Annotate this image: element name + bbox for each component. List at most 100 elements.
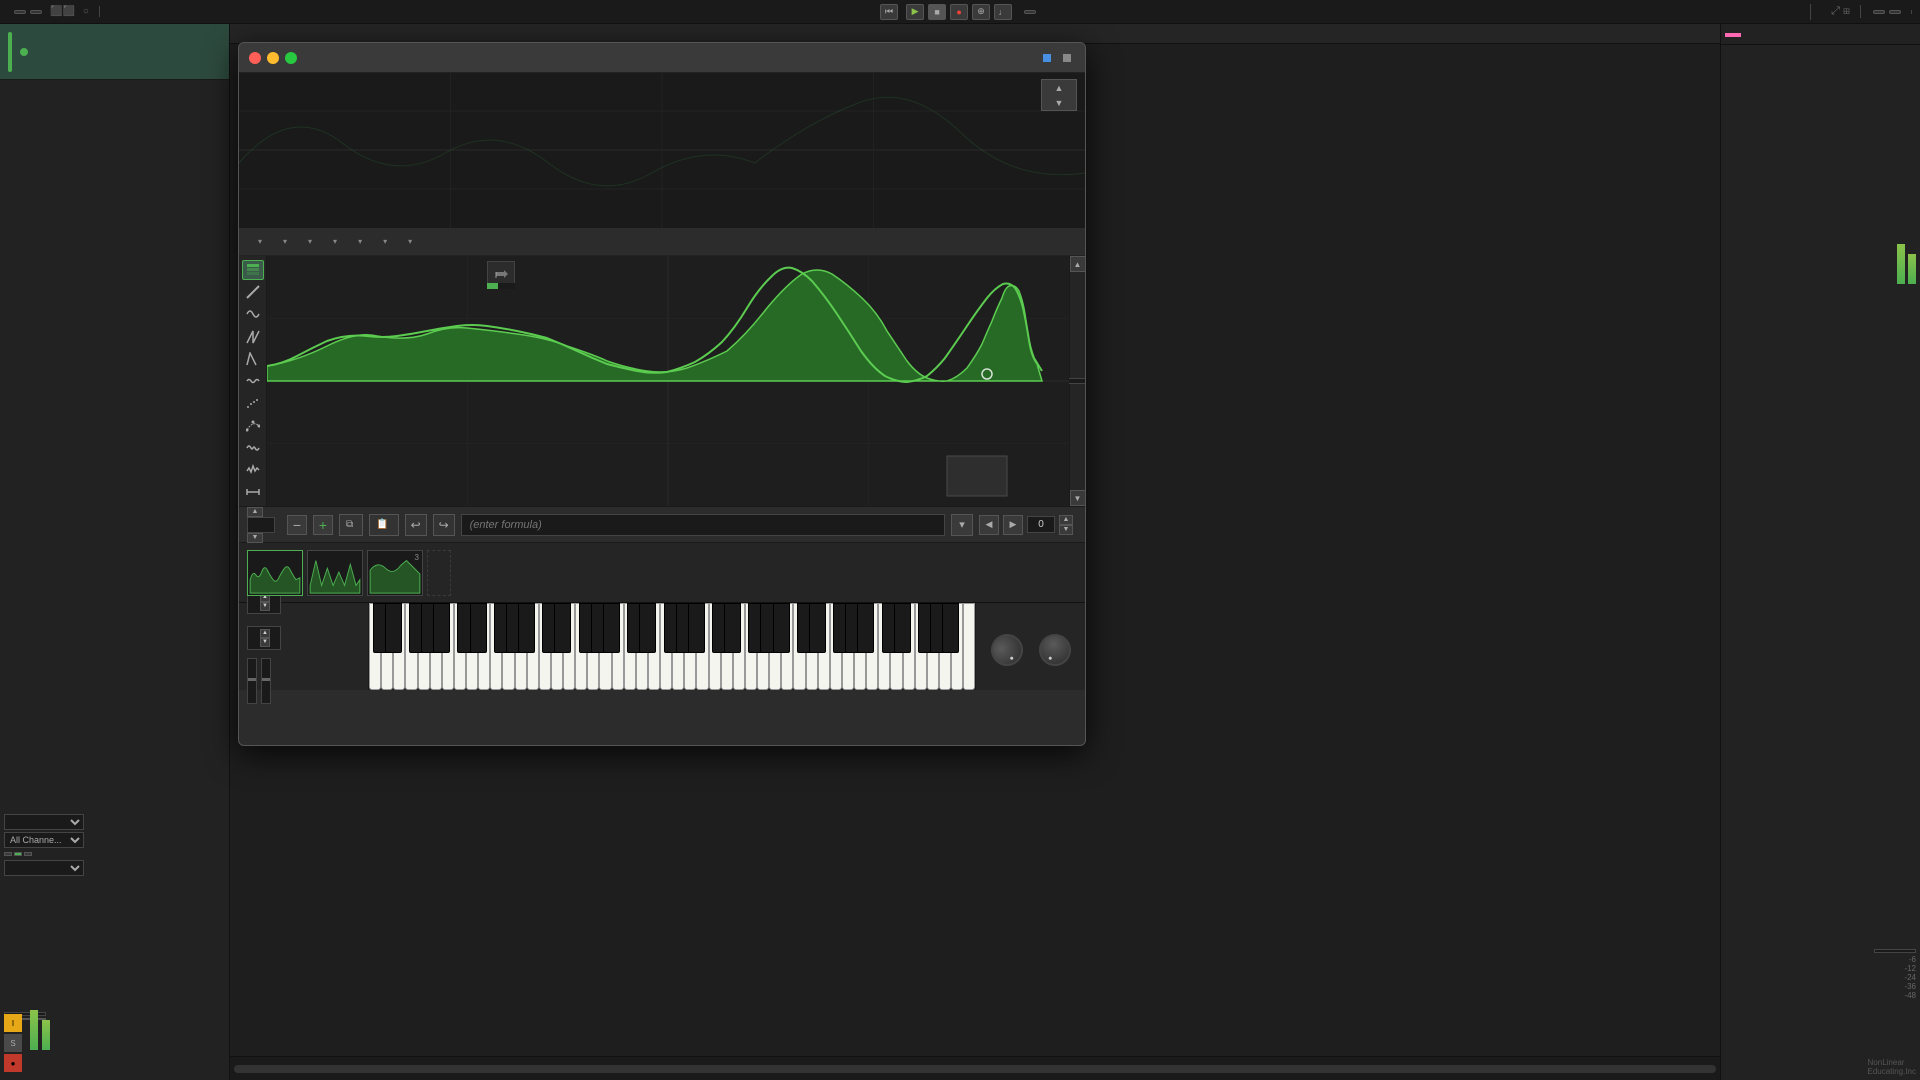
key-button[interactable] (1873, 10, 1885, 14)
grid-prev-btn[interactable]: ◀ (979, 515, 999, 535)
wt-slot-2[interactable] (307, 550, 363, 596)
scroll-up-button[interactable]: ▲ (1070, 256, 1086, 272)
curve-knob[interactable] (1033, 628, 1077, 672)
tool-flip[interactable] (242, 482, 264, 502)
minimize-button[interactable] (267, 52, 279, 64)
black-key-4-2[interactable] (724, 603, 741, 653)
zoom-down-button[interactable]: ▼ (1042, 95, 1076, 110)
black-key-6-6[interactable] (942, 603, 959, 653)
menu-export[interactable]: ▾ (397, 234, 420, 249)
porta-knob[interactable] (985, 628, 1029, 672)
copy-button[interactable]: ⧉ (339, 514, 363, 536)
wt-slot-3[interactable]: 3 (367, 550, 423, 596)
plus-btn[interactable]: + (313, 515, 333, 535)
black-key-1-2[interactable] (470, 603, 487, 653)
formula-dropdown-btn[interactable]: ▾ (951, 514, 973, 536)
midi-button[interactable] (1889, 10, 1901, 14)
pitch-bend-slider-2[interactable] (261, 658, 271, 704)
black-key-0-2[interactable] (385, 603, 402, 653)
link-button[interactable] (14, 10, 26, 14)
solo-button[interactable]: ● (4, 1054, 22, 1072)
tool-saw[interactable] (242, 327, 264, 347)
menu-sort[interactable]: ▾ (347, 234, 370, 249)
page-down-btn[interactable]: ▼ (247, 533, 263, 543)
bottom-scrollbar[interactable] (230, 1056, 1720, 1080)
tool-wave2[interactable] (242, 371, 264, 391)
track-serum[interactable] (0, 24, 229, 80)
black-key-3-6[interactable] (688, 603, 705, 653)
pitch-down-stepper[interactable]: ▲ ▼ (260, 629, 270, 647)
tool-select[interactable] (242, 260, 264, 280)
midi-channel-select[interactable]: All Channe... (4, 832, 84, 848)
monitor-auto-btn[interactable] (14, 852, 22, 856)
menu-single[interactable]: ▾ (247, 234, 270, 249)
preview-svg (239, 73, 1085, 228)
close-button[interactable] (249, 52, 261, 64)
tool-triangle[interactable] (242, 349, 264, 369)
maximize-button[interactable] (285, 52, 297, 64)
scroll-down-button[interactable]: ▼ (1070, 490, 1086, 506)
tap-button[interactable] (30, 10, 42, 14)
grid-up-btn[interactable]: ▲ (1059, 515, 1073, 525)
grid-value-input[interactable] (1027, 516, 1055, 533)
grid-down-btn[interactable]: ▼ (1059, 525, 1073, 535)
black-key-1-6[interactable] (518, 603, 535, 653)
midi-from-select[interactable] (4, 814, 84, 830)
black-key-5-2[interactable] (809, 603, 826, 653)
minus-btn[interactable]: − (287, 515, 307, 535)
tool-random[interactable] (242, 460, 264, 480)
menu-morph[interactable]: ▾ (297, 234, 320, 249)
black-key-2-6[interactable] (603, 603, 620, 653)
black-key-2-2[interactable] (554, 603, 571, 653)
mute-button[interactable]: S (4, 1034, 22, 1052)
waveform-editor[interactable] (267, 256, 1069, 506)
record-button[interactable]: ● (950, 4, 968, 20)
wt-add-button[interactable] (427, 550, 451, 596)
zoom-stepper[interactable]: ▲ ▼ (1041, 79, 1077, 111)
click-button[interactable]: ♩ (994, 4, 1012, 20)
page-current-display[interactable] (247, 517, 275, 533)
tool-sinc[interactable] (242, 438, 264, 458)
wt-slot-1[interactable] (247, 550, 303, 596)
menu-add-remove[interactable]: ▾ (322, 234, 345, 249)
grid-stepper[interactable]: ▲ ▼ (1059, 515, 1073, 535)
pitch-down-down-btn[interactable]: ▼ (260, 638, 270, 647)
black-key-0-6[interactable] (433, 603, 450, 653)
arm-button[interactable]: I (4, 1014, 22, 1032)
undo-button[interactable]: ↩ (405, 514, 427, 536)
osc-b-tab[interactable] (1063, 54, 1075, 62)
tool-line[interactable] (242, 282, 264, 302)
pitch-bend-slider-1[interactable] (247, 658, 257, 704)
import-arrow: ▾ (383, 237, 387, 246)
scroll-handle[interactable] (234, 1065, 1716, 1073)
black-key-6-2[interactable] (894, 603, 911, 653)
menu-import[interactable]: ▾ (372, 234, 395, 249)
black-key-4-6[interactable] (773, 603, 790, 653)
new-button[interactable] (1024, 10, 1036, 14)
monitor-off-btn[interactable] (24, 852, 32, 856)
zoom-up-button[interactable]: ▲ (1042, 80, 1076, 95)
pitch-up-down-btn[interactable]: ▼ (260, 602, 270, 611)
page-stepper[interactable]: ▲ ▼ (247, 507, 275, 543)
paste-button[interactable]: 📋 (369, 514, 398, 536)
black-key-3-2[interactable] (639, 603, 656, 653)
black-key-5-6[interactable] (857, 603, 874, 653)
redo-button[interactable]: ↪ (433, 514, 455, 536)
tool-dots[interactable] (242, 393, 264, 413)
stop-button[interactable]: ■ (928, 4, 946, 20)
grid-next-btn[interactable]: ▶ (1003, 515, 1023, 535)
pitch-down-display[interactable]: ▲ ▼ (247, 626, 281, 650)
tool-sine[interactable] (242, 304, 264, 324)
monitor-in-btn[interactable] (4, 852, 12, 856)
formula-input[interactable] (461, 514, 945, 536)
rewind-button[interactable]: ⏮ (880, 4, 898, 20)
tool-curve-dots[interactable] (242, 415, 264, 435)
page-up-btn[interactable]: ▲ (247, 507, 263, 517)
white-key-c8[interactable] (963, 603, 975, 690)
loop-button[interactable]: ⊕ (972, 4, 990, 20)
piano-keyboard[interactable]: // We'll use inline style instead (369, 603, 975, 690)
pitch-down-up-btn[interactable]: ▲ (260, 629, 270, 638)
menu-process[interactable]: ▾ (272, 234, 295, 249)
osc-a-tab[interactable] (1043, 54, 1055, 62)
play-button[interactable]: ▶ (906, 4, 924, 20)
